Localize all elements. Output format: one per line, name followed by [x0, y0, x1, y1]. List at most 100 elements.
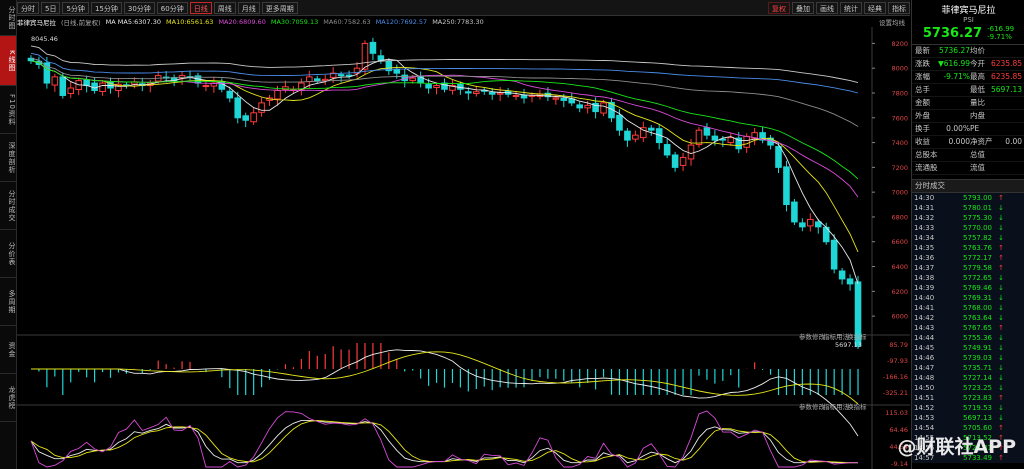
arrow-down-icon: ↓: [998, 334, 1004, 342]
candle-body: [258, 102, 265, 113]
arrow-down-icon: ↓: [998, 224, 1004, 232]
period-tab-1[interactable]: 5日: [41, 1, 61, 14]
quote-row: 金额 量比: [912, 97, 1024, 110]
trade-row: 14:37 5779.58 ↑: [912, 263, 1024, 273]
period-tab-6[interactable]: 日线: [189, 1, 212, 14]
trade-row: 14:39 5769.46 ↓: [912, 283, 1024, 293]
quote-cell: 均价: [970, 45, 1022, 57]
period-tab-5[interactable]: 60分钟: [156, 1, 188, 14]
trade-price: 5757.82: [963, 234, 992, 242]
candle-body: [250, 112, 257, 123]
arrow-down-icon: ↓: [998, 284, 1004, 292]
period-tab-3[interactable]: 15分钟: [90, 1, 122, 14]
quote-change-pct: -9.71%: [987, 33, 1012, 41]
quote-label: 最低: [970, 85, 985, 94]
trade-row: 14:46 5739.03 ↓: [912, 353, 1024, 363]
rail-item-7[interactable]: 资金: [0, 326, 16, 374]
toolbar-button-4[interactable]: 经典: [864, 1, 886, 14]
period-tab-9[interactable]: 更多周期: [261, 1, 298, 14]
rail-item-2[interactable]: F10资料: [0, 86, 16, 134]
trade-time: 14:40: [914, 294, 935, 302]
quote-value: 6235.85: [990, 72, 1022, 81]
quote-label: 量比: [970, 98, 985, 107]
toolbar-button-1[interactable]: 叠加: [792, 1, 814, 14]
trade-row: 14:48 5727.14 ↓: [912, 373, 1024, 383]
period-tab-4[interactable]: 30分钟: [123, 1, 155, 14]
arrow-up-icon: ↑: [998, 244, 1004, 252]
price-tick-label: 6600: [891, 238, 908, 246]
ma-value-3: MA30:7059.13: [270, 17, 319, 26]
trades-title: 分时成交: [915, 181, 945, 190]
high-label: 8045.46: [31, 35, 58, 43]
rail-item-1[interactable]: K线图: [0, 36, 16, 86]
period-tab-8[interactable]: 月线: [237, 1, 260, 14]
candle-body: [814, 221, 822, 228]
toolbar-button-0[interactable]: 复权: [768, 1, 790, 14]
toolbar-button-5[interactable]: 指标: [888, 1, 910, 14]
quote-value: 6235.85: [990, 59, 1022, 68]
quote-row: 流通股 流值: [912, 162, 1024, 175]
subpanel-button-0[interactable]: 参数修改: [799, 332, 826, 341]
candle-body: [234, 97, 242, 119]
subpanel-button-1[interactable]: 指标用法: [823, 402, 850, 411]
toolbar-button-2[interactable]: 画线: [816, 1, 838, 14]
rail-item-6[interactable]: 多周期: [0, 278, 16, 326]
subpanel-button-1[interactable]: 指标用法: [823, 332, 850, 341]
candle-body: [799, 222, 806, 228]
quote-row: 总股本 总值: [912, 149, 1024, 162]
subpanel-button-0[interactable]: 参数修改: [799, 402, 826, 411]
quote-panel: 菲律宾马尼拉 PSI 5736.27 -616.99 -9.71% 最新 5736…: [911, 0, 1024, 469]
candle-body: [743, 135, 750, 148]
rail-item-3[interactable]: 深度剖析: [0, 134, 16, 182]
trade-price: 5723.83: [963, 394, 992, 402]
macd-axis-label: -325.21: [883, 389, 908, 397]
rail-item-8[interactable]: 龙虎榜: [0, 374, 16, 422]
quote-row: 涨幅 -9.71% 最高 6235.85: [912, 71, 1024, 84]
quote-cell: 金额: [915, 97, 970, 109]
quote-change: -616.99: [987, 25, 1015, 33]
candle-body: [43, 62, 51, 84]
ma-line-5: [30, 58, 859, 285]
trade-price: 5772.65: [963, 274, 992, 282]
kline-chart[interactable]: 8200 8000 7800 7600 7400 7200 7000 6800 6600 6400…: [17, 27, 910, 469]
quote-row: 收益 0.000 净资产 0.00: [912, 136, 1024, 149]
trades-list[interactable]: 14:30 5793.00 ↑ 14:31 5780.01 ↓ 14:32 5775.30 ↓ 1…: [912, 193, 1024, 463]
toolbar-button-3[interactable]: 统计: [840, 1, 862, 14]
price-tick-label: 7600: [891, 114, 908, 122]
candle-body: [846, 278, 854, 285]
rail-item-4[interactable]: 分时成交: [0, 182, 16, 230]
candle-body: [576, 104, 583, 109]
candle-body: [361, 42, 369, 70]
price-tick-label: 6400: [891, 263, 908, 271]
candle-body: [274, 90, 281, 100]
trade-time: 14:34: [914, 234, 935, 242]
quote-label: 最高: [970, 72, 985, 81]
candle-body: [226, 90, 234, 99]
quote-value: ▼616.99: [937, 59, 970, 68]
quote-cell: 流通股: [915, 162, 970, 174]
subpanel-button-2[interactable]: 换指标: [847, 332, 867, 341]
quote-cell: 涨跌 ▼616.99: [915, 58, 970, 70]
price-tick-label: 7400: [891, 139, 908, 147]
period-tab-0[interactable]: 分时: [17, 1, 39, 14]
trade-row: 14:47 5735.71 ↓: [912, 363, 1024, 373]
arrow-up-icon: ↑: [998, 394, 1004, 402]
quote-row: 最新 5736.27 均价: [912, 45, 1024, 58]
candle-body: [727, 137, 735, 144]
period-tab-2[interactable]: 5分钟: [62, 1, 89, 14]
quote-row: 涨跌 ▼616.99 今开 6235.85: [912, 58, 1024, 71]
candle-body: [584, 104, 591, 109]
quote-cell: 收益 0.000: [915, 136, 970, 148]
trade-time: 14:47: [914, 364, 935, 372]
left-rail: 分时图 K线图 F10资料 深度剖析 分时成交 分价表 多周期 资金 龙虎榜: [0, 0, 17, 469]
rail-item-0[interactable]: 分时图: [0, 0, 16, 36]
quote-cell: 外盘: [915, 110, 970, 122]
subpanel-button-2[interactable]: 换指标: [847, 402, 867, 411]
ma-value-6: MA250:7783.30: [432, 17, 484, 26]
trade-time: 14:43: [914, 324, 935, 332]
rail-item-5[interactable]: 分价表: [0, 230, 16, 278]
period-tab-7[interactable]: 周线: [213, 1, 236, 14]
ma-settings-button[interactable]: 设置均线: [879, 17, 905, 27]
quote-value: -9.71%: [943, 72, 970, 81]
arrow-up-icon: ↑: [998, 264, 1004, 272]
